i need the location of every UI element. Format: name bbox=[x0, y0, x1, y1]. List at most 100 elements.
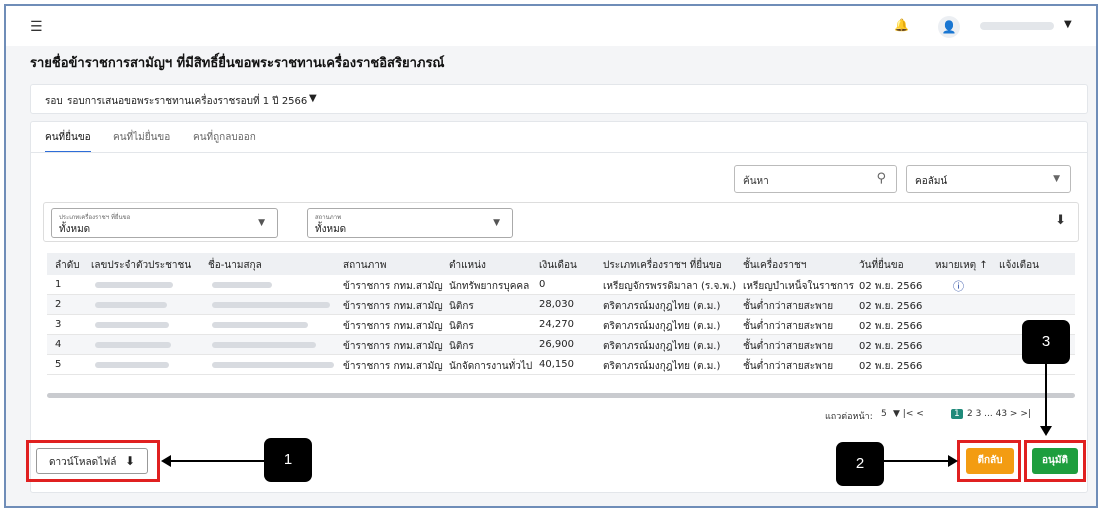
name-redacted bbox=[212, 302, 330, 308]
chevron-down-icon[interactable]: ▼ bbox=[1053, 174, 1060, 184]
tab-not-submitted[interactable]: คนที่ไม่ยื่นขอ bbox=[113, 130, 170, 151]
callout-2: 2 bbox=[836, 442, 884, 486]
cell-position: นิติกร bbox=[449, 321, 474, 332]
col-header-sortable[interactable]: หมายเหตุ ↑ bbox=[935, 258, 988, 273]
cell-index: 5 bbox=[55, 359, 62, 370]
cell-date: 02 พ.ย. 2566 bbox=[859, 321, 923, 332]
search-placeholder: ค้นหา bbox=[743, 176, 769, 187]
arrowhead-right bbox=[948, 455, 958, 467]
round-value[interactable]: รอบการเสนอขอพระราชทานเครื่องราชรอบที่ 1 … bbox=[67, 94, 307, 109]
cell-decoration-class: ชั้นต่ำกว่าสายสะพาย bbox=[743, 301, 834, 312]
tab-removed[interactable]: คนที่ถูกลบออก bbox=[193, 130, 256, 151]
table-row[interactable]: 5 ข้าราชการ กทม.สามัญ นักจัดการงานทั่วไป… bbox=[47, 355, 1075, 375]
cell-decoration-class: ชั้นต่ำกว่าสายสะพาย bbox=[743, 361, 834, 372]
callout-1: 1 bbox=[264, 438, 312, 482]
name-redacted bbox=[212, 362, 334, 368]
cell-status: ข้าราชการ กทม.สามัญ bbox=[343, 361, 443, 372]
user-avatar-icon[interactable]: 👤 bbox=[938, 16, 960, 38]
column-select[interactable]: คอลัมน์ ▼ bbox=[906, 165, 1071, 193]
type-filter-label: ประเภทเครื่องราชฯ ที่ยื่นขอ bbox=[59, 214, 131, 221]
cell-position: นิติกร bbox=[449, 341, 474, 352]
arrow-line bbox=[166, 460, 264, 462]
cell-date: 02 พ.ย. 2566 bbox=[859, 301, 923, 312]
cell-decoration-type: เหรียญจักรพรรดิมาลา (ร.จ.พ.) bbox=[603, 281, 737, 292]
highlight-box-download bbox=[26, 440, 160, 482]
table-row[interactable]: 2 ข้าราชการ กทม.สามัญ นิติกร 28,030 ตริต… bbox=[47, 295, 1075, 315]
cell-decoration-type: ตริตาภรณ์มงกุฎไทย (ต.ม.) bbox=[603, 321, 721, 332]
table-row[interactable]: 1 ข้าราชการ กทม.สามัญ นักทรัพยากรบุคคล 0… bbox=[47, 275, 1075, 295]
cell-date: 02 พ.ย. 2566 bbox=[859, 361, 923, 372]
chevron-down-icon[interactable]: ▼ bbox=[309, 93, 317, 104]
info-icon[interactable]: ⓘ bbox=[953, 278, 964, 294]
cell-salary: 40,150 bbox=[539, 359, 574, 370]
pagination-pages[interactable]: 2 3 ... 43 > >| bbox=[967, 409, 1031, 419]
cell-status: ข้าราชการ กทม.สามัญ bbox=[343, 341, 443, 352]
horizontal-scrollbar[interactable] bbox=[47, 393, 1075, 398]
cell-decoration-type: ตริตาภรณ์มงกุฎไทย (ต.ม.) bbox=[603, 361, 721, 372]
cell-date: 02 พ.ย. 2566 bbox=[859, 281, 923, 292]
cell-date: 02 พ.ย. 2566 bbox=[859, 341, 923, 352]
rows-per-page-label: แถวต่อหน้า: bbox=[825, 412, 873, 422]
highlight-box-approve bbox=[1024, 440, 1086, 482]
cell-salary: 26,900 bbox=[539, 339, 574, 350]
col-header: ชื่อ-นามสกุล bbox=[208, 260, 262, 271]
table-header: ลำดับ เลขประจำตัวประชาชน ชื่อ-นามสกุล สถ… bbox=[47, 253, 1075, 275]
col-header: ชั้นเครื่องราชฯ bbox=[743, 260, 807, 271]
id-redacted bbox=[95, 362, 169, 368]
arrowhead-down bbox=[1040, 426, 1052, 436]
round-selector[interactable]: รอบ รอบการเสนอขอพระราชทานเครื่องราชรอบที… bbox=[30, 84, 1088, 114]
menu-collapse-icon[interactable]: ☰ bbox=[30, 19, 43, 35]
name-redacted bbox=[212, 282, 272, 288]
col-header: วันที่ยื่นขอ bbox=[859, 260, 904, 271]
type-filter-value: ทั้งหมด bbox=[59, 224, 91, 235]
id-redacted bbox=[95, 342, 171, 348]
col-header: ประเภทเครื่องราชฯ ที่ยื่นขอ bbox=[603, 260, 722, 271]
rows-per-page-select[interactable]: 5 bbox=[881, 409, 887, 419]
filter-bar: ประเภทเครื่องราชฯ ที่ยื่นขอ ทั้งหมด ▼ สถ… bbox=[43, 202, 1079, 242]
cell-decoration-class: ชั้นต่ำกว่าสายสะพาย bbox=[743, 321, 834, 332]
column-select-value: คอลัมน์ bbox=[915, 176, 948, 187]
name-redacted bbox=[212, 342, 316, 348]
cell-salary: 24,270 bbox=[539, 319, 574, 330]
search-input[interactable]: ค้นหา ⚲ bbox=[734, 165, 897, 193]
table-row[interactable]: 4 ข้าราชการ กทม.สามัญ นิติกร 26,900 ตริต… bbox=[47, 335, 1075, 355]
cell-position: นักทรัพยากรบุคคล bbox=[449, 281, 530, 292]
page-1-button[interactable]: 1 bbox=[951, 409, 963, 419]
cell-decoration-class: เหรียญบำเหน็จในราชการ bbox=[743, 281, 854, 292]
col-header: ลำดับ bbox=[55, 260, 80, 271]
cell-position: นิติกร bbox=[449, 301, 474, 312]
export-download-icon[interactable]: ⬇ bbox=[1055, 213, 1066, 228]
page-title: รายชื่อข้าราชการสามัญฯ ที่มีสิทธิ์ยื่นขอ… bbox=[30, 56, 445, 71]
search-icon[interactable]: ⚲ bbox=[876, 171, 886, 186]
main-card: คนที่ยื่นขอ คนที่ไม่ยื่นขอ คนที่ถูกลบออก… bbox=[30, 121, 1088, 493]
cell-index: 4 bbox=[55, 339, 62, 350]
cell-index: 2 bbox=[55, 299, 62, 310]
app-window: ☰ 🔔 👤 ▼ รายชื่อข้าราชการสามัญฯ ที่มีสิทธ… bbox=[4, 4, 1098, 508]
cell-decoration-type: ตริตาภรณ์มงกุฎไทย (ต.ม.) bbox=[603, 341, 721, 352]
status-filter-select[interactable]: สถานภาพ ทั้งหมด ▼ bbox=[307, 208, 513, 238]
id-redacted bbox=[95, 322, 169, 328]
tab-divider bbox=[31, 152, 1087, 153]
col-header: สถานภาพ bbox=[343, 260, 387, 271]
chevron-down-icon: ▼ bbox=[493, 218, 500, 228]
id-redacted bbox=[95, 282, 173, 288]
status-filter-label: สถานภาพ bbox=[315, 214, 342, 221]
bell-icon[interactable]: 🔔 bbox=[894, 18, 909, 32]
type-filter-select[interactable]: ประเภทเครื่องราชฯ ที่ยื่นขอ ทั้งหมด ▼ bbox=[51, 208, 278, 238]
cell-status: ข้าราชการ กทม.สามัญ bbox=[343, 281, 443, 292]
cell-index: 1 bbox=[55, 279, 62, 290]
user-name-redacted bbox=[980, 22, 1054, 30]
cell-salary: 0 bbox=[539, 279, 546, 290]
name-redacted bbox=[212, 322, 308, 328]
user-menu-caret-icon[interactable]: ▼ bbox=[1064, 19, 1072, 30]
pagination-nav-prev[interactable]: ▼ |< < bbox=[893, 409, 924, 419]
col-header: ตำแหน่ง bbox=[449, 260, 486, 271]
cell-position: นักจัดการงานทั่วไป bbox=[449, 361, 533, 372]
tab-submitted[interactable]: คนที่ยื่นขอ bbox=[45, 130, 91, 153]
cell-status: ข้าราชการ กทม.สามัญ bbox=[343, 321, 443, 332]
chevron-down-icon: ▼ bbox=[258, 218, 265, 228]
table-row[interactable]: 3 ข้าราชการ กทม.สามัญ นิติกร 24,270 ตริต… bbox=[47, 315, 1075, 335]
top-bar: ☰ 🔔 👤 ▼ bbox=[6, 6, 1096, 46]
col-header: แจ้งเตือน bbox=[999, 260, 1039, 271]
cell-decoration-class: ชั้นต่ำกว่าสายสะพาย bbox=[743, 341, 834, 352]
